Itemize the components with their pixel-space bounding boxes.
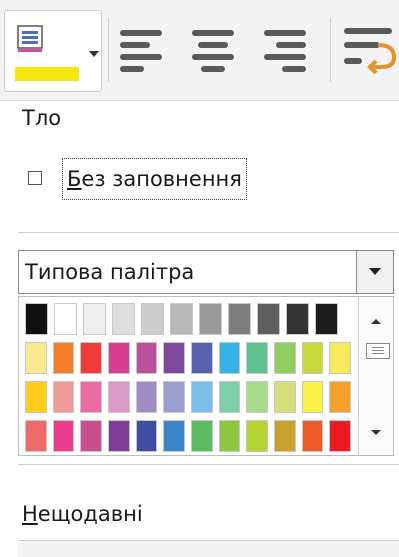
color-swatch[interactable] [25, 342, 47, 374]
color-swatch[interactable] [52, 381, 75, 413]
align-center-button[interactable] [186, 22, 244, 78]
color-swatch[interactable] [228, 303, 251, 335]
background-color-button[interactable] [4, 10, 102, 92]
swatch-row [25, 381, 357, 413]
color-swatch[interactable] [286, 303, 309, 335]
color-swatch[interactable] [163, 381, 186, 413]
color-swatch[interactable] [108, 381, 130, 413]
scroll-down-icon[interactable] [371, 430, 381, 435]
color-swatch[interactable] [135, 342, 158, 374]
palette-select[interactable]: Типова палітра [18, 250, 394, 294]
color-swatch[interactable] [52, 420, 75, 452]
recent-colors-area [18, 540, 399, 557]
color-swatch[interactable] [191, 381, 213, 413]
color-swatch[interactable] [163, 420, 186, 452]
scroll-up-icon[interactable] [371, 319, 381, 324]
color-swatch-grid [18, 296, 394, 456]
palette-select-value: Типова палітра [25, 260, 195, 284]
color-swatch[interactable] [80, 342, 103, 374]
color-swatch[interactable] [191, 342, 213, 374]
color-swatch[interactable] [108, 342, 130, 374]
divider [18, 232, 399, 233]
color-swatch[interactable] [218, 381, 241, 413]
text-wrap-icon [338, 20, 399, 80]
color-swatch[interactable] [274, 342, 296, 374]
color-swatch[interactable] [112, 303, 135, 335]
toolbar [0, 0, 399, 101]
color-swatch[interactable] [80, 381, 103, 413]
palette-scrollbar[interactable] [358, 297, 393, 455]
align-left-button[interactable] [116, 22, 174, 78]
color-swatch[interactable] [83, 303, 106, 335]
color-swatch[interactable] [170, 303, 193, 335]
current-color-strip [15, 67, 79, 81]
align-right-icon [258, 22, 316, 78]
color-swatch[interactable] [301, 420, 324, 452]
swatch-row [25, 342, 357, 374]
color-swatch[interactable] [108, 420, 130, 452]
color-swatch[interactable] [301, 381, 324, 413]
color-swatch[interactable] [274, 381, 296, 413]
text-wrap-button[interactable] [338, 20, 399, 80]
swatch-row [25, 303, 357, 335]
color-swatch[interactable] [329, 381, 352, 413]
color-swatch[interactable] [80, 420, 103, 452]
color-swatch[interactable] [329, 342, 352, 374]
background-color-icon [17, 25, 45, 53]
color-swatch[interactable] [218, 342, 241, 374]
swatch-row [25, 420, 357, 452]
color-swatch[interactable] [135, 381, 158, 413]
color-swatch[interactable] [25, 303, 48, 335]
color-swatch[interactable] [199, 303, 222, 335]
recent-colors-title: Нещодавні [22, 502, 143, 526]
color-swatch[interactable] [191, 420, 213, 452]
chevron-down-icon [369, 268, 381, 275]
color-swatch[interactable] [135, 420, 158, 452]
color-swatch[interactable] [52, 342, 75, 374]
color-swatch[interactable] [246, 420, 269, 452]
color-swatch[interactable] [25, 420, 47, 452]
toolbar-separator [330, 18, 331, 82]
color-swatch[interactable] [163, 342, 186, 374]
no-fill-label[interactable]: Без заповнення [62, 158, 247, 200]
swatch-grid [25, 303, 357, 459]
toolbar-separator [108, 18, 109, 82]
color-swatch[interactable] [274, 420, 296, 452]
divider [18, 464, 399, 465]
palette-dropdown-button[interactable] [356, 251, 393, 293]
color-swatch[interactable] [246, 381, 269, 413]
color-swatch[interactable] [25, 381, 47, 413]
color-swatch[interactable] [315, 303, 338, 335]
color-swatch[interactable] [218, 420, 241, 452]
color-swatch[interactable] [246, 342, 269, 374]
align-right-button[interactable] [258, 22, 316, 78]
no-fill-checkbox[interactable] [28, 171, 42, 185]
background-section-title: Тло [22, 106, 62, 130]
color-swatch[interactable] [54, 303, 77, 335]
color-swatch[interactable] [301, 342, 324, 374]
color-swatch[interactable] [141, 303, 164, 335]
color-swatch[interactable] [329, 420, 352, 452]
align-center-icon [186, 22, 244, 78]
chevron-down-icon[interactable] [89, 51, 99, 57]
scroll-thumb[interactable] [366, 343, 390, 359]
color-swatch[interactable] [257, 303, 280, 335]
align-left-icon [116, 22, 174, 78]
